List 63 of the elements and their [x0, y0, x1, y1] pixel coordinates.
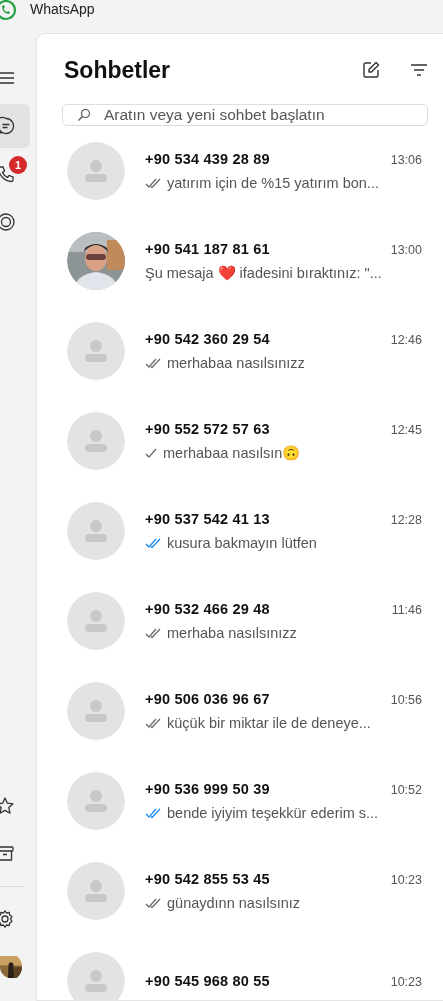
- avatar-placeholder-icon: [67, 592, 125, 650]
- message-time: 10:23: [390, 975, 422, 989]
- contact-name: +90 541 187 81 61: [145, 240, 270, 257]
- check-icon: [145, 447, 157, 459]
- avatar-placeholder-icon: [67, 502, 125, 560]
- phone-icon: [0, 164, 16, 184]
- contact-name: +90 545 968 80 55: [145, 973, 270, 989]
- panel-title: Sohbetler: [64, 56, 171, 84]
- chat-list-item[interactable]: +90 536 999 50 39 10:52 bende iyiyim teşekkür ederim s...: [37, 756, 443, 846]
- message-time: 13:06: [390, 153, 422, 167]
- unread-badge: 1: [9, 156, 27, 174]
- nav-tab[interactable]: 1: [0, 152, 30, 196]
- message-preview: kusura bakmayın lütfen: [167, 535, 317, 551]
- message-time: 13:00: [390, 242, 422, 257]
- message-preview: küçük bir miktar ile de deneye...: [167, 715, 371, 731]
- star-icon: [0, 796, 15, 816]
- message-time: 12:28: [390, 513, 422, 527]
- contact-name: +90 536 999 50 39: [145, 781, 270, 797]
- status-icon: [0, 212, 16, 232]
- contact-name: +90 552 572 57 63: [145, 420, 270, 437]
- avatar-placeholder-icon: [67, 682, 125, 740]
- message-preview: günaydınn nasılsınız: [167, 895, 300, 911]
- message-time: 10:23: [390, 873, 422, 887]
- contact-name: +90 506 036 96 67: [145, 691, 270, 707]
- contact-name: +90 537 542 41 13: [145, 511, 270, 527]
- chat-list-item[interactable]: +90 541 187 81 61 13:00 Şu mesaja ❤ ifadesini bıraktınız: "...: [37, 216, 443, 306]
- chat-list-item[interactable]: +90 534 439 28 89 13:06 yatırım için de %15 yatırım bon...: [37, 126, 443, 216]
- contact-name: +90 534 439 28 89: [145, 151, 270, 167]
- chat-list-item[interactable]: +90 542 360 29 54 12:46 merhabaa nasılsınızz: [37, 306, 443, 396]
- chat-list-item[interactable]: +90 537 542 41 13 12:28 kusura bakmayın lütfen: [37, 486, 443, 576]
- message-preview: yatırım için de %15 yatırım bon...: [167, 175, 379, 191]
- compose-icon: [361, 60, 381, 80]
- chat-list-item[interactable]: +90 532 466 29 48 11:46 merhaba nasılsınızz: [37, 576, 443, 666]
- window-title: WhatsApp: [30, 0, 95, 17]
- avatar-placeholder-icon: [67, 862, 125, 920]
- chat-list-item[interactable]: +90 545 968 80 55 10:23: [37, 936, 443, 1000]
- avatar-placeholder-icon: [67, 322, 125, 380]
- avatar-placeholder-icon: [67, 772, 125, 830]
- avatar-placeholder-icon: [67, 142, 125, 200]
- app-logo-icon: [0, 0, 17, 21]
- contact-name: +90 532 466 29 48: [145, 601, 270, 617]
- chat-list-item[interactable]: +90 506 036 96 67 10:56 küçük bir miktar ile de deneye...: [37, 666, 443, 756]
- search-field[interactable]: Aratın veya yeni sohbet başlatın: [62, 104, 428, 126]
- search-icon: [77, 108, 91, 122]
- avatar-placeholder-icon: [67, 412, 125, 470]
- message-time: 12:46: [390, 333, 422, 347]
- message-preview: bende iyiyim teşekkür ederim s...: [167, 805, 379, 821]
- message-preview: merhabaa nasılsın🙃: [163, 444, 301, 462]
- settings-icon: [0, 909, 15, 929]
- message-time: 10:56: [390, 693, 422, 707]
- message-preview: merhabaa nasılsınızz: [167, 355, 305, 371]
- nav-tab[interactable]: [0, 104, 30, 148]
- chat-icon: [0, 116, 16, 136]
- contact-name: +90 542 360 29 54: [145, 331, 270, 347]
- message-preview: merhaba nasılsınızz: [167, 625, 297, 641]
- message-time: 11:46: [391, 603, 422, 617]
- message-preview: Şu mesaja ❤ ifadesini bıraktınız: "...: [145, 264, 382, 282]
- message-time: 10:52: [390, 783, 422, 797]
- contact-name: +90 542 855 53 45: [145, 871, 270, 887]
- chat-list-item[interactable]: +90 542 855 53 45 10:23 günaydınn nasılsınız: [37, 846, 443, 936]
- chat-list-item[interactable]: +90 552 572 57 63 12:45 merhabaa nasılsın🙃: [37, 396, 443, 486]
- message-time: 12:45: [390, 422, 422, 437]
- archive-icon: [0, 844, 15, 864]
